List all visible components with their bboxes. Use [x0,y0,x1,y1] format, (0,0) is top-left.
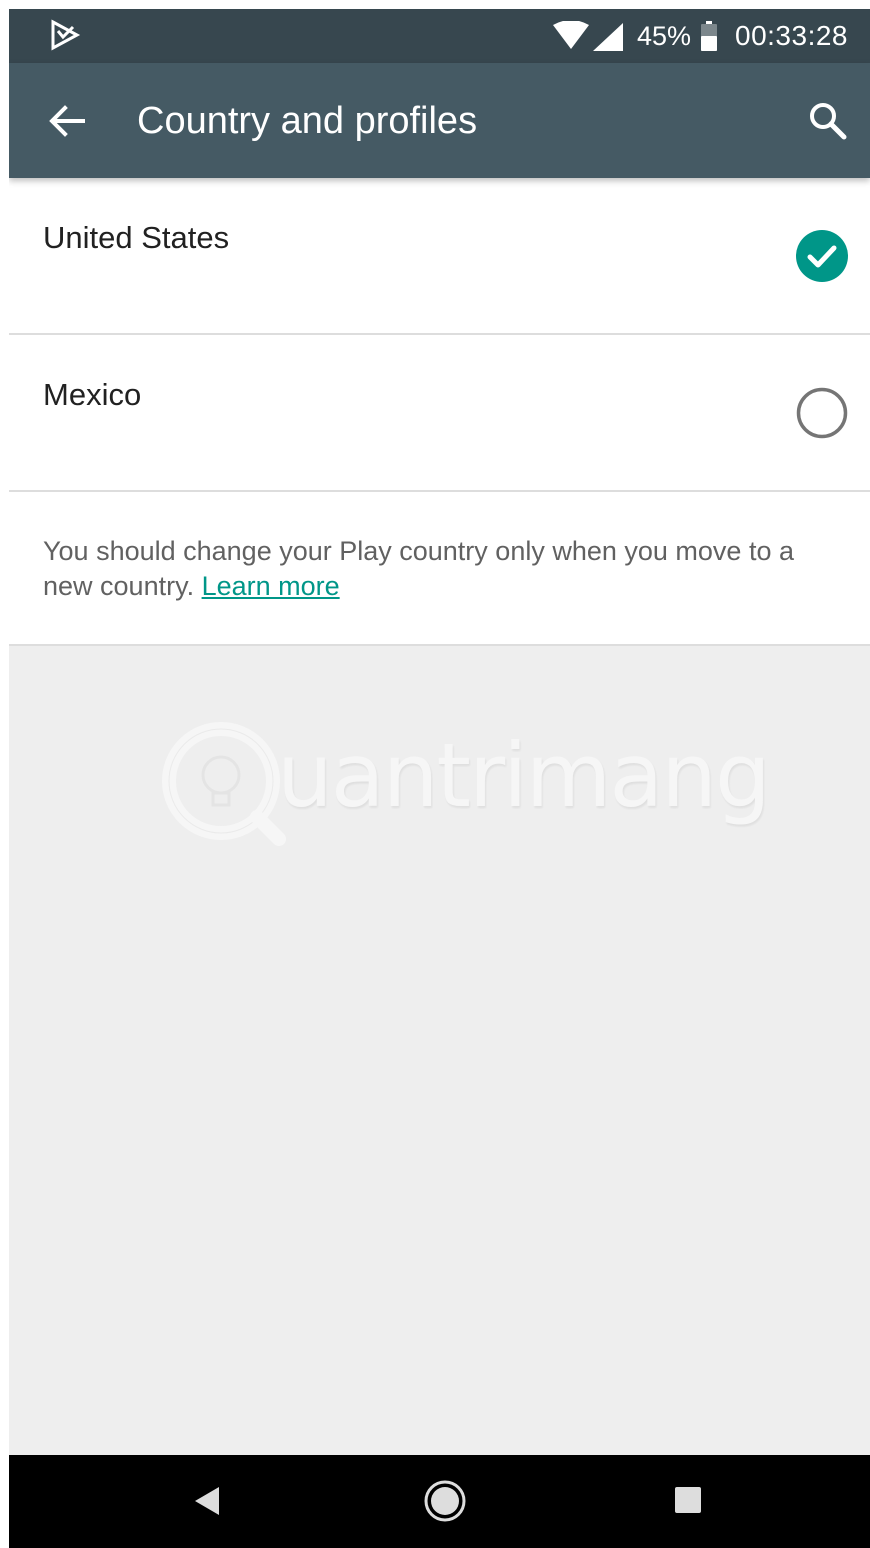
toolbar: Country and profiles [9,63,870,178]
play-store-notification-icon [51,19,81,51]
lightbulb-logo-icon [162,722,286,846]
navigation-bar [9,1455,870,1548]
status-bar: 45% 00:33:28 [9,9,870,63]
country-list: United States Mexico You should change y… [9,178,870,646]
watermark-logo: uantrimang [159,714,771,854]
search-icon[interactable] [806,99,850,143]
battery-icon [701,21,717,51]
cell-signal-icon [592,23,623,51]
country-change-note: You should change your Play country only… [9,492,870,646]
screen: 45% 00:33:28 Country and profiles United… [9,9,870,1548]
nav-home-icon[interactable] [423,1479,467,1523]
learn-more-link[interactable]: Learn more [202,571,340,601]
page-title: Country and profiles [137,100,478,142]
country-label: Mexico [43,377,142,412]
radio-unchecked-icon [796,387,848,439]
country-label: United States [43,220,230,255]
arrow-back-icon[interactable] [45,99,89,143]
clock: 00:33:28 [735,20,848,51]
wifi-icon [552,21,589,49]
note-body: You should change your Play country only… [43,536,794,601]
country-item-mexico[interactable]: Mexico [9,335,870,492]
status-icons: 45% 00:33:28 [552,9,848,63]
nav-recent-apps-icon[interactable] [673,1485,703,1515]
watermark-text: uantrimang [277,724,771,827]
check-circle-icon [796,230,848,282]
battery-percent: 45% [636,20,691,51]
country-item-united-states[interactable]: United States [9,178,870,335]
nav-back-icon[interactable] [189,1483,225,1519]
note-text: You should change your Play country only… [43,534,843,604]
